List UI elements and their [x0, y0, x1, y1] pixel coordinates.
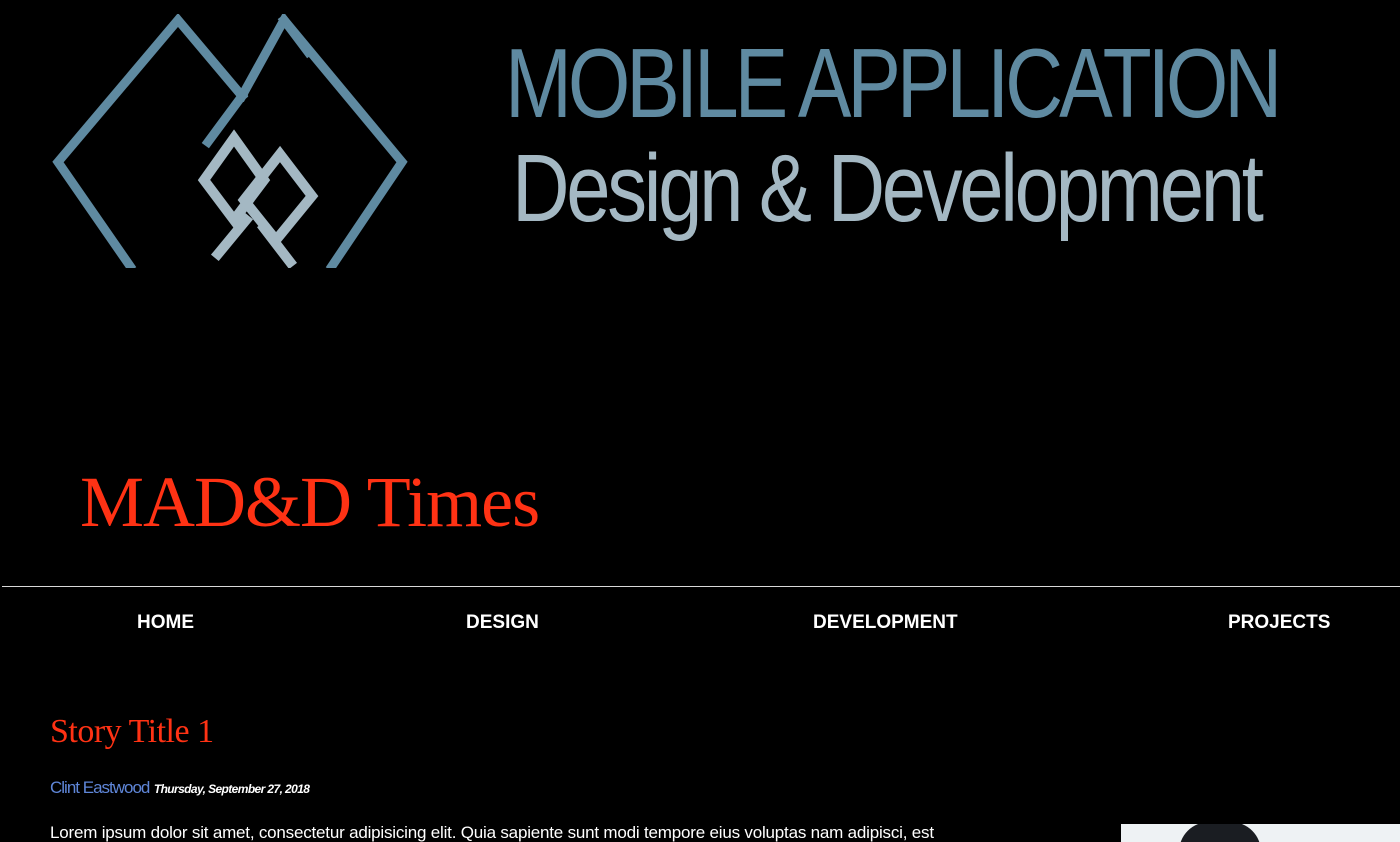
header-divider: [2, 586, 1400, 587]
story-body: Lorem ipsum dolor sit amet, consectetur …: [50, 823, 934, 842]
story-image-figure: [1179, 824, 1261, 842]
story-image: [1121, 824, 1400, 842]
story-article: Story Title 1 Clint Eastwood Thursday, S…: [50, 708, 1090, 842]
brand-heading: MOBILE APPLICATION: [505, 28, 1282, 138]
post-date: Thursday, September 27, 2018: [153, 782, 310, 796]
nav-item-design[interactable]: DESIGN: [466, 610, 539, 636]
author-link[interactable]: Clint Eastwood: [50, 778, 150, 797]
story-title[interactable]: Story Title 1: [50, 708, 1090, 756]
site-banner: MOBILE APPLICATION Design & Development: [0, 0, 1400, 280]
main-nav: HOME DESIGN DEVELOPMENT PROJECTS: [0, 610, 1400, 638]
nav-item-home[interactable]: HOME: [137, 610, 194, 636]
nav-item-projects[interactable]: PROJECTS: [1228, 610, 1330, 636]
story-byline: Clint Eastwood Thursday, September 27, 2…: [50, 778, 310, 798]
brand-subheading: Design & Development: [512, 135, 1264, 242]
linked-diamonds-logo-icon: [52, 14, 408, 268]
site-title: MAD&D Times: [80, 462, 540, 542]
nav-item-development[interactable]: DEVELOPMENT: [813, 610, 958, 636]
